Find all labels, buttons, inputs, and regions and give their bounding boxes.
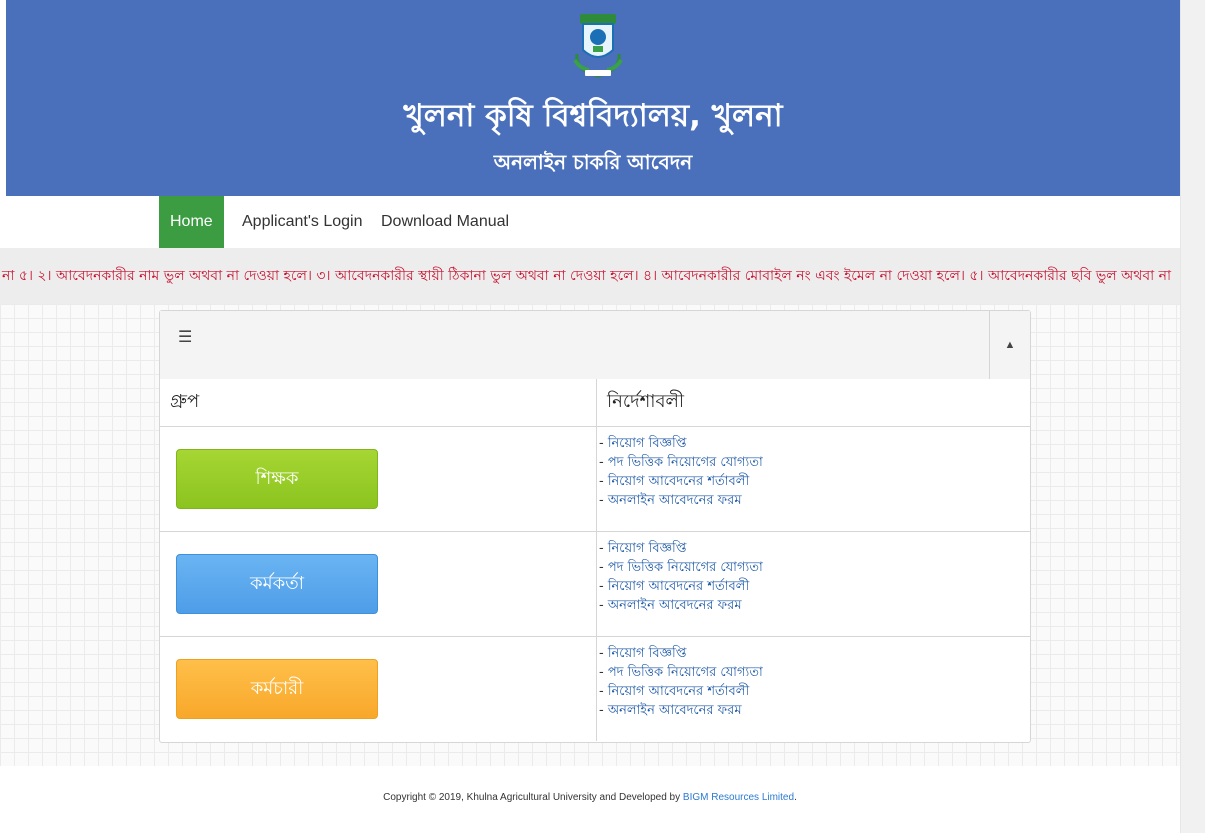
instruction-link[interactable]: - নিয়োগ আবেদনের শর্তাবলী — [599, 577, 1030, 596]
footer: Copyright © 2019, Khulna Agricultural Un… — [0, 792, 1180, 803]
copyright-text: Copyright © 2019, Khulna Agricultural Un… — [383, 792, 683, 803]
group-table: গ্রুপ নির্দেশাবলী শিক্ষক - নিয়োগ বিজ্ঞপ… — [160, 379, 1030, 741]
group-cell: কর্মকর্তা — [160, 531, 597, 637]
instruction-link[interactable]: - পদ ভিত্তিক নিয়োগের যোগ্যতা — [599, 453, 1030, 472]
instruction-link[interactable]: - নিয়োগ আবেদনের শর্তাবলী — [599, 682, 1030, 701]
panel-header: ☰ ▲ — [160, 311, 1030, 380]
instruction-link[interactable]: - অনলাইন আবেদনের ফরম — [599, 491, 1030, 510]
nav-applicant-login[interactable]: Applicant's Login — [231, 196, 373, 248]
portal-subtitle: অনলাইন চাকরি আবেদন — [493, 150, 693, 174]
university-title: খুলনা কৃষি বিশ্ববিদ্যালয়, খুলনা — [403, 98, 783, 134]
instruction-link[interactable]: - নিয়োগ আবেদনের শর্তাবলী — [599, 472, 1030, 491]
collapse-button[interactable]: ▲ — [989, 311, 1030, 379]
officer-group-button[interactable]: কর্মকর্তা — [176, 554, 378, 614]
instructions-cell: - নিয়োগ বিজ্ঞপ্তি - পদ ভিত্তিক নিয়োগের… — [596, 426, 1030, 532]
instruction-link[interactable]: - নিয়োগ বিজ্ঞপ্তি — [599, 434, 1030, 453]
instructions-cell: - নিয়োগ বিজ্ঞপ্তি - পদ ভিত্তিক নিয়োগের… — [597, 637, 1031, 742]
instruction-link[interactable]: - পদ ভিত্তিক নিয়োগের যোগ্যতা — [599, 663, 1030, 682]
column-header-group: গ্রুপ — [160, 379, 597, 427]
instruction-link[interactable]: - অনলাইন আবেদনের ফরম — [599, 596, 1030, 615]
university-logo — [573, 14, 623, 78]
main-navbar: Home Applicant's Login Download Manual — [0, 196, 1180, 248]
teacher-group-button[interactable]: শিক্ষক — [176, 449, 378, 509]
notice-ticker: না ৫। ২। আবেদনকারীর নাম ভুল অথবা না দেওয… — [0, 248, 1205, 304]
table-row: কর্মকর্তা - নিয়োগ বিজ্ঞপ্তি - পদ ভিত্তি… — [160, 531, 1030, 637]
table-row: শিক্ষক - নিয়োগ বিজ্ঞপ্তি - পদ ভিত্তিক ন… — [160, 426, 1030, 532]
staff-group-button[interactable]: কর্মচারী — [176, 659, 378, 719]
instruction-link[interactable]: - নিয়োগ বিজ্ঞপ্তি — [599, 644, 1030, 663]
instruction-link[interactable]: - অনলাইন আবেদনের ফরম — [599, 701, 1030, 720]
footer-period: . — [794, 792, 797, 803]
instructions-cell: - নিয়োগ বিজ্ঞপ্তি - পদ ভিত্তিক নিয়োগের… — [596, 531, 1030, 637]
notice-ticker-text: না ৫। ২। আবেদনকারীর নাম ভুল অথবা না দেওয… — [2, 268, 1172, 284]
caret-up-icon: ▲ — [1004, 339, 1016, 351]
nav-home[interactable]: Home — [159, 196, 224, 248]
instruction-link[interactable]: - পদ ভিত্তিক নিয়োগের যোগ্যতা — [599, 558, 1030, 577]
group-panel: ☰ ▲ গ্রুপ নির্দেশাবলী শিক্ষক - নিয়োগ বি… — [159, 310, 1031, 743]
page: খুলনা কৃষি বিশ্ববিদ্যালয়, খুলনা অনলাইন … — [0, 0, 1180, 833]
instruction-link[interactable]: - নিয়োগ বিজ্ঞপ্তি — [599, 539, 1030, 558]
vertical-scrollbar[interactable] — [1180, 0, 1205, 833]
table-header-row: গ্রুপ নির্দেশাবলী — [160, 379, 1030, 427]
site-header: খুলনা কৃষি বিশ্ববিদ্যালয়, খুলনা অনলাইন … — [6, 0, 1180, 196]
table-row: কর্মচারী - নিয়োগ বিজ্ঞপ্তি - পদ ভিত্তিক… — [160, 636, 1031, 742]
developer-link[interactable]: BIGM Resources Limited — [683, 792, 794, 803]
group-cell: শিক্ষক — [160, 426, 597, 532]
list-icon: ☰ — [178, 329, 193, 346]
column-header-instructions: নির্দেশাবলী — [596, 379, 1030, 427]
nav-download-manual[interactable]: Download Manual — [370, 196, 520, 248]
group-cell: কর্মচারী — [160, 636, 597, 741]
